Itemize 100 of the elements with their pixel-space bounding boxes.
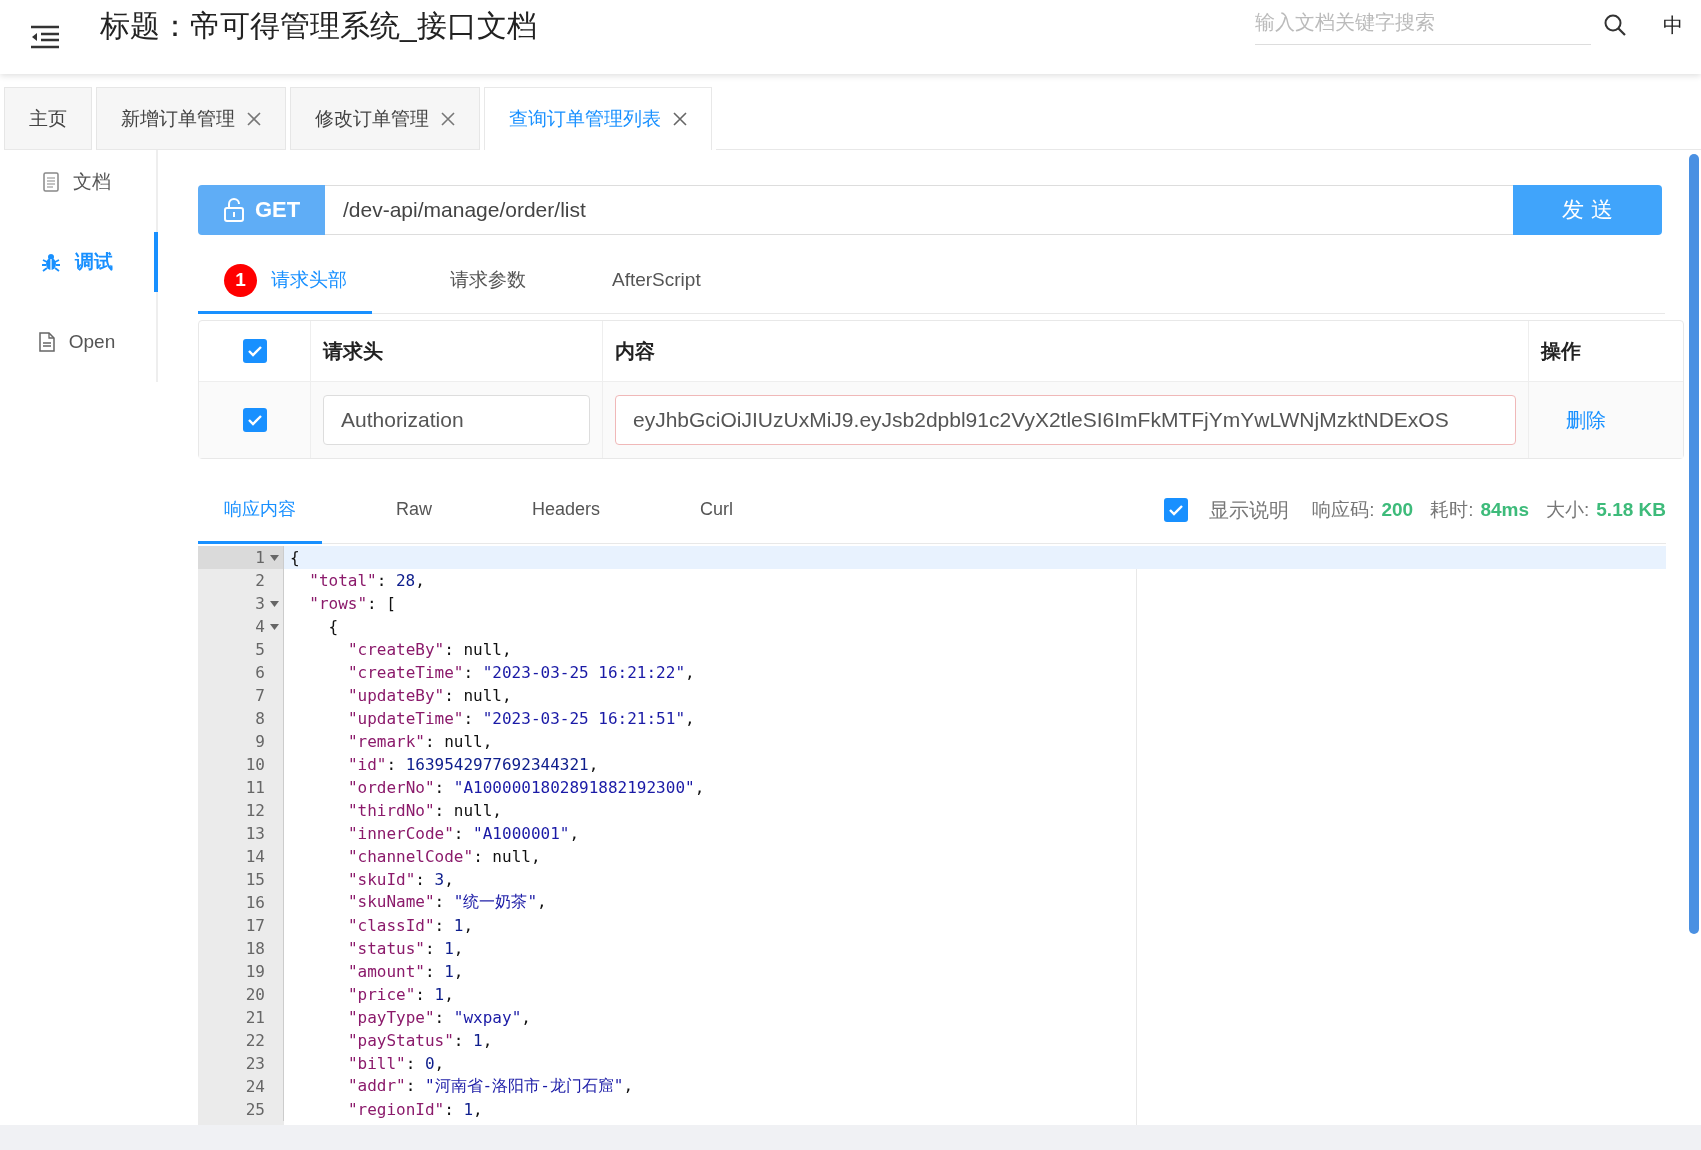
request-tab[interactable]: 1 请求头部 [198, 249, 372, 314]
fold-icon[interactable] [269, 600, 279, 607]
json-key: "amount" [347, 962, 425, 981]
json-punctuation: : [405, 1076, 416, 1097]
json-value: "A1000001" [473, 824, 570, 843]
line-number: 15 [245, 870, 265, 889]
json-value: "2023-03-25 16:21:22" [482, 663, 685, 682]
json-key: "remark" [347, 732, 425, 751]
json-value: 1 [444, 962, 454, 981]
line-number: 25 [245, 1100, 265, 1119]
json-value: null [444, 732, 483, 751]
json-value: "河南省-洛阳市-龙门石窟" [424, 1076, 624, 1097]
checkbox[interactable] [1164, 498, 1189, 522]
json-value: 1 [453, 916, 464, 935]
json-punctuation: , [537, 892, 547, 913]
menu-icon[interactable] [30, 25, 60, 49]
page-tab[interactable]: 主页 [4, 87, 92, 150]
json-value: "2023-03-25 16:21:51" [482, 709, 685, 728]
close-icon[interactable] [247, 111, 261, 126]
json-punctuation: : [444, 686, 454, 705]
line-number: 12 [245, 801, 265, 820]
checkbox[interactable] [242, 408, 267, 432]
json-value: null [492, 847, 531, 866]
json-key: "skuId" [347, 870, 416, 889]
url-field[interactable]: /dev-api/manage/order/list [325, 185, 1513, 235]
json-punctuation: : [367, 594, 377, 613]
json-punctuation: , [453, 939, 464, 958]
response-tab[interactable]: Headers [506, 477, 627, 544]
header-name-field[interactable]: Authorization [323, 395, 590, 445]
request-tab[interactable]: AfterScript [586, 249, 726, 314]
json-key: "innerCode" [347, 824, 454, 843]
json-punctuation: : [415, 870, 425, 889]
json-value: 3 [434, 870, 445, 889]
json-punctuation: : [473, 847, 483, 866]
json-punctuation: , [463, 916, 474, 935]
search-icon[interactable] [1603, 13, 1627, 37]
json-punctuation: [ [386, 594, 396, 613]
json-punctuation: : [386, 755, 397, 774]
json-key: "skuName" [347, 892, 435, 913]
json-value: 1639542977692344321 [405, 755, 589, 774]
json-value: "统一奶茶" [453, 892, 538, 913]
line-number: 19 [245, 962, 265, 981]
json-key: "addr" [347, 1076, 406, 1097]
column-header: 操作 [1541, 338, 1581, 364]
json-key: "classId" [347, 916, 435, 935]
json-punctuation: : [415, 985, 425, 1004]
json-key: "orderNo" [347, 778, 435, 797]
json-punctuation: : [434, 916, 445, 935]
line-number: 14 [245, 847, 265, 866]
fold-icon[interactable] [269, 554, 279, 561]
line-number: 21 [245, 1008, 265, 1027]
json-value: null [463, 686, 502, 705]
json-key: "thirdNo" [347, 801, 435, 820]
json-punctuation: , [502, 686, 512, 705]
json-value: 1 [444, 939, 454, 958]
sidebar-item[interactable]: Open [0, 312, 158, 372]
line-number: 7 [255, 686, 265, 705]
line-number: 10 [245, 755, 265, 774]
scrollbar-thumb[interactable] [1689, 154, 1699, 934]
method-label: GET [198, 185, 325, 235]
line-number: 3 [255, 594, 265, 613]
language-button[interactable]: 中 [1657, 11, 1689, 39]
response-tab[interactable]: Curl [674, 477, 760, 544]
json-punctuation: , [453, 962, 464, 981]
line-number: 6 [255, 663, 265, 682]
page-tab[interactable]: 修改订单管理 [290, 87, 480, 150]
json-value: 1 [473, 1031, 483, 1050]
json-key: "channelCode" [347, 847, 474, 866]
json-punctuation: , [530, 847, 541, 866]
unlock-icon [222, 198, 245, 222]
close-icon[interactable] [673, 112, 687, 126]
json-punctuation: , [588, 755, 599, 774]
response-tab[interactable]: Raw [370, 477, 458, 544]
line-number: 13 [245, 824, 265, 843]
json-key: "createBy" [347, 640, 445, 659]
json-punctuation: : [453, 824, 464, 843]
line-number: 18 [245, 939, 265, 958]
json-punctuation: : [434, 801, 445, 820]
json-punctuation: : [424, 732, 435, 751]
close-icon[interactable] [441, 111, 455, 126]
request-tab[interactable]: 请求参数 [372, 249, 586, 314]
json-key: "regionId" [347, 1100, 445, 1119]
line-number: 8 [255, 709, 265, 728]
time-value: 84ms [1480, 499, 1529, 521]
checkbox-label: 显示说明 [1209, 497, 1290, 523]
line-number: 20 [245, 985, 265, 1004]
bug-icon [41, 252, 61, 272]
json-key: "id" [347, 755, 387, 774]
json-punctuation: , [482, 1031, 493, 1050]
sidebar-item[interactable]: 文档 [0, 152, 158, 212]
line-number: 24 [245, 1077, 265, 1096]
header-value-field[interactable]: eyJhbGciOiJIUzUxMiJ9.eyJsb2dpbl91c2VyX2tleSI6ImFkMTFjYmYwLWNjMzktNDExOS [615, 395, 1516, 445]
json-value: 0 [424, 1054, 435, 1073]
json-value: null [453, 801, 493, 820]
fold-icon[interactable] [269, 623, 279, 630]
json-key: "price" [347, 985, 416, 1004]
checkbox[interactable] [242, 339, 267, 363]
page-tab[interactable]: 新增订单管理 [96, 87, 286, 150]
json-punctuation: : [434, 778, 445, 797]
line-number: 11 [245, 778, 265, 797]
